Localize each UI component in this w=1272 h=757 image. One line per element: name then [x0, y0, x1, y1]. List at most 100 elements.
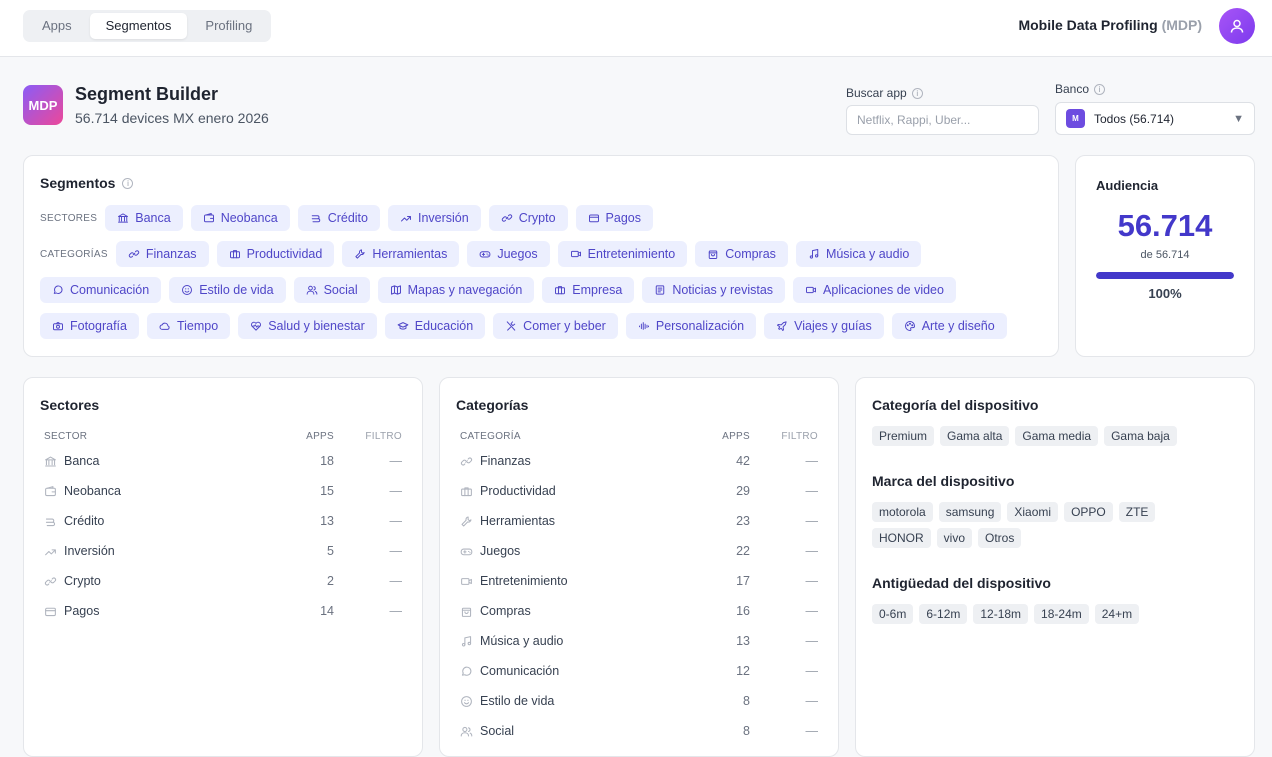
row-filter[interactable]: — — [750, 514, 819, 528]
segment-chip[interactable]: Empresa — [542, 277, 635, 303]
column-header[interactable]: APPS — [694, 431, 750, 442]
device-filter-tag[interactable]: 6-12m — [919, 604, 968, 624]
device-filter-tag[interactable]: Gama baja — [1104, 426, 1177, 446]
bank-select[interactable]: M Todos (56.714) ▼ — [1055, 102, 1255, 135]
row-filter[interactable]: — — [334, 454, 403, 468]
segment-chip[interactable]: Crypto — [488, 205, 568, 231]
row-name: Compras — [480, 604, 531, 618]
info-icon[interactable]: i — [1094, 83, 1106, 95]
column-header[interactable]: FILTRO — [750, 431, 818, 442]
column-header[interactable]: FILTRO — [334, 431, 402, 442]
table-row[interactable]: Crypto 2— — [44, 566, 402, 596]
categories-row-label: CATEGORÍAS — [40, 248, 108, 260]
segment-chip[interactable]: Productividad — [216, 241, 335, 267]
table-row[interactable]: Pagos 14— — [44, 596, 402, 626]
segment-chip[interactable]: Viajes y guías — [764, 313, 884, 339]
device-filter-tag[interactable]: Premium — [872, 426, 935, 446]
segment-chip[interactable]: Entretenimiento — [557, 241, 688, 267]
segment-chip[interactable]: Música y audio — [795, 241, 922, 267]
row-filter[interactable]: — — [750, 604, 819, 618]
segment-chip[interactable]: Fotografía — [40, 313, 139, 339]
segment-chip[interactable]: Social — [293, 277, 370, 303]
row-apps-count: 18 — [320, 454, 334, 468]
table-row[interactable]: Entretenimiento 17— — [460, 566, 818, 596]
segment-chip[interactable]: Comer y beber — [493, 313, 618, 339]
table-row[interactable]: Comunicación 12— — [460, 656, 818, 686]
tab-segmentos[interactable]: Segmentos — [89, 13, 188, 39]
segment-chip[interactable]: Estilo de vida — [169, 277, 286, 303]
row-filter[interactable]: — — [334, 574, 403, 588]
table-row[interactable]: Música y audio 13— — [460, 626, 818, 656]
row-filter[interactable]: — — [750, 694, 819, 708]
row-filter[interactable]: — — [334, 514, 403, 528]
segment-chip[interactable]: Crédito — [297, 205, 380, 231]
segment-chip[interactable]: Salud y bienestar — [238, 313, 377, 339]
row-filter[interactable]: — — [750, 544, 819, 558]
device-filter-tag[interactable]: Gama media — [1015, 426, 1099, 446]
music-icon — [461, 635, 472, 646]
row-filter[interactable]: — — [334, 604, 403, 618]
device-filter-tag[interactable]: Gama alta — [940, 426, 1010, 446]
row-filter[interactable]: — — [750, 484, 819, 498]
segment-chip[interactable]: Personalización — [625, 313, 757, 339]
caret-down-icon: ▼ — [1233, 112, 1244, 125]
column-header[interactable]: SECTOR — [44, 431, 278, 442]
segment-chip[interactable]: Compras — [695, 241, 788, 267]
row-filter[interactable]: — — [750, 634, 819, 648]
column-header[interactable]: CATEGORÍA — [460, 431, 694, 442]
device-filter-tag[interactable]: samsung — [938, 502, 1002, 522]
segment-chip[interactable]: Educación — [384, 313, 486, 339]
table-row[interactable]: Productividad 29— — [460, 476, 818, 506]
segment-chip[interactable]: Juegos — [467, 241, 550, 267]
device-filter-tag[interactable]: Otros — [978, 528, 1022, 548]
segment-chip[interactable]: Neobanca — [190, 205, 290, 231]
device-filter-tag[interactable]: OPPO — [1064, 502, 1113, 522]
device-filter-tag[interactable]: vivo — [936, 528, 973, 548]
table-row[interactable]: Crédito 13— — [44, 506, 402, 536]
table-row[interactable]: Compras 16— — [460, 596, 818, 626]
device-filter-tag[interactable]: 24+m — [1094, 604, 1140, 624]
device-filter-tag[interactable]: 12-18m — [973, 604, 1029, 624]
segment-chip[interactable]: Finanzas — [115, 241, 209, 267]
table-row[interactable]: Herramientas 23— — [460, 506, 818, 536]
table-row[interactable]: Finanzas 42— — [460, 446, 818, 476]
segment-chip[interactable]: Arte y diseño — [891, 313, 1007, 339]
device-filter-tag[interactable]: 18-24m — [1034, 604, 1089, 624]
segment-chip[interactable]: Pagos — [575, 205, 653, 231]
info-icon[interactable]: i — [911, 87, 923, 99]
segment-chip[interactable]: Inversión — [387, 205, 481, 231]
table-row[interactable]: Estilo de vida 8— — [460, 686, 818, 716]
device-filter-tag[interactable]: Xiaomi — [1007, 502, 1059, 522]
row-filter[interactable]: — — [750, 724, 819, 738]
segment-chip[interactable]: Tiempo — [146, 313, 231, 339]
segment-chip[interactable]: Mapas y navegación — [377, 277, 535, 303]
table-row[interactable]: Juegos 22— — [460, 536, 818, 566]
tab-apps[interactable]: Apps — [26, 13, 88, 39]
row-apps-count: 17 — [736, 574, 750, 588]
segment-chip[interactable]: Noticias y revistas — [642, 277, 786, 303]
device-filter-tag[interactable]: HONOR — [872, 528, 931, 548]
tab-profiling[interactable]: Profiling — [189, 13, 268, 39]
link-icon — [501, 214, 512, 222]
row-filter[interactable]: — — [750, 664, 819, 678]
table-row[interactable]: Neobanca 15— — [44, 476, 402, 506]
table-row[interactable]: Inversión 5— — [44, 536, 402, 566]
segment-chip[interactable]: Herramientas — [342, 241, 460, 267]
info-icon[interactable]: i — [122, 177, 134, 189]
segment-chip[interactable]: Comunicación — [40, 277, 162, 303]
chip-label: Neobanca — [220, 211, 278, 225]
row-filter[interactable]: — — [334, 484, 403, 498]
device-filter-tag[interactable]: ZTE — [1118, 502, 1156, 522]
device-filter-tag[interactable]: motorola — [872, 502, 933, 522]
user-avatar[interactable] — [1219, 8, 1255, 44]
row-filter[interactable]: — — [334, 544, 403, 558]
table-row[interactable]: Social 8— — [460, 716, 818, 746]
search-input[interactable] — [846, 105, 1039, 135]
row-filter[interactable]: — — [750, 454, 819, 468]
segment-chip[interactable]: Banca — [105, 205, 183, 231]
column-header[interactable]: APPS — [278, 431, 334, 442]
table-row[interactable]: Banca 18— — [44, 446, 402, 476]
device-filter-tag[interactable]: 0-6m — [872, 604, 914, 624]
row-filter[interactable]: — — [750, 574, 819, 588]
segment-chip[interactable]: Aplicaciones de video — [793, 277, 956, 303]
